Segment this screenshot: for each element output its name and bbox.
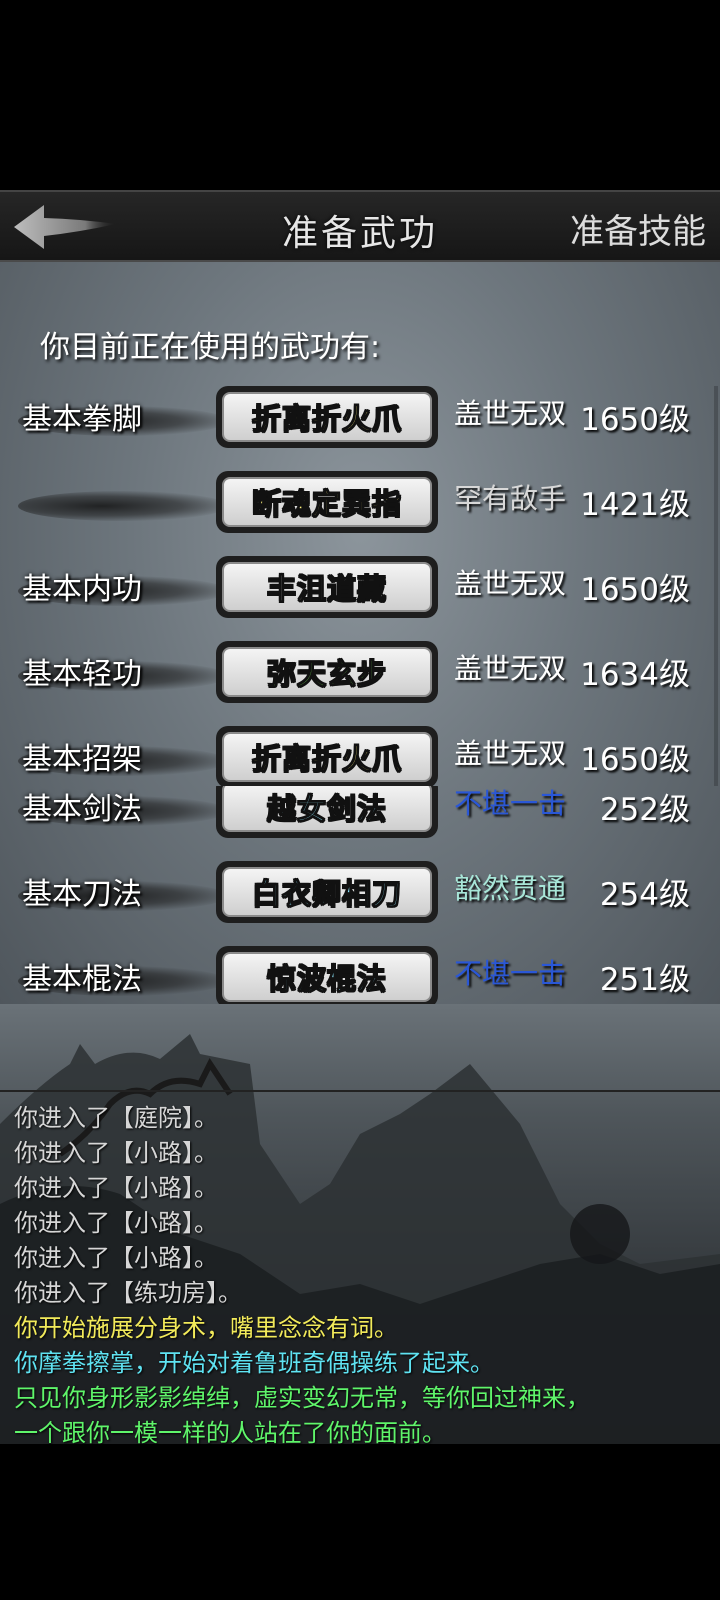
message-log: 你进入了【庭院】。 你进入了【小路】。 你进入了【小路】。 你进入了【小路】。 … <box>0 1090 720 1447</box>
top-bar: 准备武功 准备技能 <box>0 190 720 262</box>
log-line: 你进入了【小路】。 <box>14 1174 218 1202</box>
scrollbar[interactable] <box>714 386 718 786</box>
skill-name: 折离折火爪 <box>251 741 402 776</box>
skill-level: 1650级 <box>580 742 690 778</box>
skill-type-label: 基本招架 <box>22 742 142 777</box>
log-line: 你进入了【庭院】。 <box>14 1104 218 1132</box>
skill-name: 丰沮道藏 <box>266 571 387 606</box>
log-line: 只见你身形影影绰绰，虚实变幻无常，等你回过神来， <box>14 1384 590 1412</box>
skill-level: 254级 <box>599 877 690 913</box>
skill-button[interactable]: 白衣卿相刀 <box>216 861 438 923</box>
skill-button[interactable]: 断魂定巽指 <box>216 471 438 533</box>
brush-stroke <box>18 491 228 521</box>
skill-name: 白衣卿相刀 <box>251 876 402 911</box>
skill-level: 252级 <box>599 792 690 828</box>
skill-level: 251级 <box>599 962 690 998</box>
skill-level: 1421级 <box>580 487 690 523</box>
skill-row: 断魂定巽指 罕有敌手 1421级 <box>0 471 720 557</box>
skill-level: 1650级 <box>580 572 690 608</box>
skill-rank: 豁然贯通 <box>454 872 567 905</box>
log-line: 你进入了【小路】。 <box>14 1139 218 1167</box>
skill-level: 1634级 <box>580 657 690 693</box>
skill-type-label: 基本棍法 <box>22 962 142 997</box>
skill-list[interactable]: 基本拳脚 折离折火爪 盖世无双 1650级 断魂定巽指 罕有敌手 1421级 基… <box>0 386 720 786</box>
skill-rank: 盖世无双 <box>454 737 567 770</box>
skill-name: 折离折火爪 <box>251 401 402 436</box>
skill-rank: 盖世无双 <box>454 397 567 430</box>
skill-button[interactable]: 越女剑法 <box>216 786 438 838</box>
skill-type-label: 基本轻功 <box>22 657 142 692</box>
skill-row: 基本棍法 惊波棍法 不堪一击 251级 <box>0 946 720 1004</box>
skill-rank: 罕有敌手 <box>454 482 567 515</box>
skill-row: 基本拳脚 折离折火爪 盖世无双 1650级 <box>0 386 720 472</box>
skill-button[interactable]: 折离折火爪 <box>216 386 438 448</box>
skill-button[interactable]: 丰沮道藏 <box>216 556 438 618</box>
skill-name: 弥天玄步 <box>266 656 387 691</box>
skill-rank: 不堪一击 <box>454 957 567 990</box>
skill-row: 基本招架 折离折火爪 盖世无双 1650级 <box>0 726 720 786</box>
skills-panel: 你目前正在使用的武功有: 基本拳脚 折离折火爪 盖世无双 1650级 断魂定巽指… <box>0 262 720 1024</box>
skill-type-label: 基本刀法 <box>22 877 142 912</box>
skill-rank: 不堪一击 <box>454 787 567 820</box>
skill-type-label: 基本内功 <box>22 572 142 607</box>
skill-row: 基本剑法 越女剑法 不堪一击 252级 <box>0 786 720 862</box>
skill-row: 基本内功 丰沮道藏 盖世无双 1650级 <box>0 556 720 642</box>
prepare-skill-button[interactable]: 准备技能 <box>570 204 706 253</box>
log-line: 你进入了【小路】。 <box>14 1244 218 1272</box>
skill-name: 惊波棍法 <box>266 961 387 996</box>
skill-button[interactable]: 弥天玄步 <box>216 641 438 703</box>
log-line: 你开始施展分身术，嘴里念念有词。 <box>14 1314 398 1342</box>
log-line: 你进入了【小路】。 <box>14 1209 218 1237</box>
section-title: 你目前正在使用的武功有: <box>40 330 381 365</box>
skill-type-label: 基本拳脚 <box>22 402 142 437</box>
skill-level: 1650级 <box>580 402 690 438</box>
skill-button[interactable]: 惊波棍法 <box>216 946 438 1004</box>
skill-type-label: 基本剑法 <box>22 792 142 827</box>
skill-rank: 盖世无双 <box>454 652 567 685</box>
skill-button[interactable]: 折离折火爪 <box>216 726 438 786</box>
skill-list-continued[interactable]: 基本剑法 越女剑法 不堪一击 252级 基本刀法 白衣卿相刀 豁然贯通 254级… <box>0 786 720 1004</box>
log-line: 你进入了【练功房】。 <box>14 1279 242 1307</box>
skill-row: 基本刀法 白衣卿相刀 豁然贯通 254级 <box>0 861 720 947</box>
log-line: 一个跟你一模一样的人站在了你的面前。 <box>14 1419 446 1447</box>
skill-name: 越女剑法 <box>266 791 387 826</box>
skill-rank: 盖世无双 <box>454 567 567 600</box>
skill-name: 断魂定巽指 <box>251 486 402 521</box>
skill-row: 基本轻功 弥天玄步 盖世无双 1634级 <box>0 641 720 727</box>
log-line: 你摩拳擦掌，开始对着鲁班奇偶操练了起来。 <box>14 1349 494 1377</box>
